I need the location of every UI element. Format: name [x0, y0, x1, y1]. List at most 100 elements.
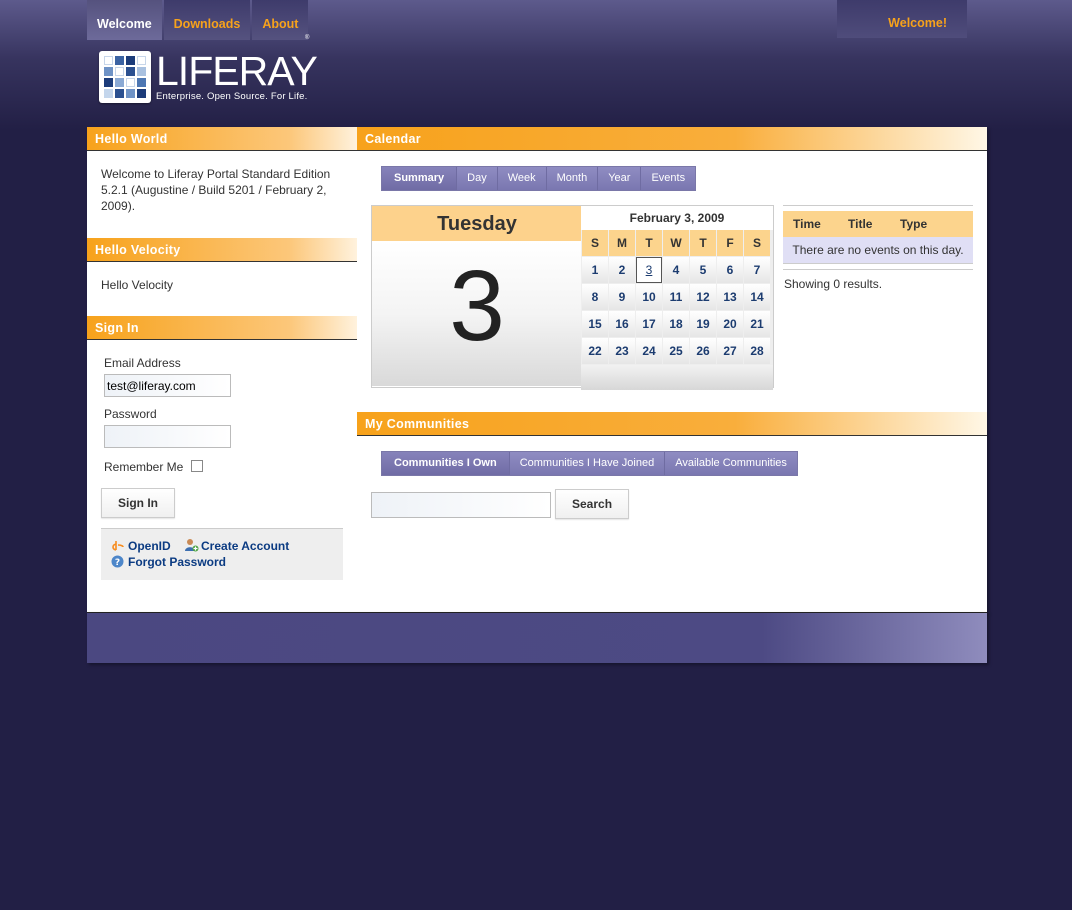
calendar-day[interactable]: 19 [690, 311, 716, 337]
day-number: 3 [372, 241, 582, 386]
calendar-day[interactable]: 17 [636, 311, 662, 337]
mini-calendar: February 3, 2009 S M T W T F S 1 2 3 4 5 6 7 8 9 10 11 12 1… [581, 205, 774, 390]
help-icon: ? [111, 555, 124, 568]
password-label: Password [104, 407, 157, 421]
portlet-title: Calendar [357, 127, 987, 151]
weekday-header: W [663, 230, 689, 256]
calendar-day[interactable]: 8 [582, 284, 608, 310]
calendar-day[interactable]: 13 [717, 284, 743, 310]
logo-grid-icon [99, 51, 151, 103]
nav-about[interactable]: About [252, 0, 309, 40]
calendar-day[interactable]: 16 [609, 311, 635, 337]
calendar-day[interactable]: 26 [690, 338, 716, 364]
calendar-day[interactable]: 18 [663, 311, 689, 337]
tab-day[interactable]: Day [457, 167, 498, 190]
current-day-box: Tuesday 3 [371, 205, 583, 388]
portlet-title: Hello Velocity [87, 238, 357, 262]
day-name: Tuesday [372, 206, 582, 241]
nav-welcome[interactable]: Welcome [87, 0, 162, 40]
logo-trademark: ® [305, 35, 310, 41]
tab-communities-joined[interactable]: Communities I Have Joined [509, 452, 666, 475]
calendar-day[interactable]: 1 [582, 257, 608, 283]
no-events-message: There are no events on this day. [783, 237, 973, 264]
top-navigation: Welcome Downloads About [87, 0, 310, 40]
mini-calendar-empty-row [581, 365, 773, 390]
hello-world-portlet: Hello World Welcome to Liferay Portal St… [87, 127, 357, 238]
calendar-day[interactable]: 2 [609, 257, 635, 283]
calendar-day[interactable]: 9 [609, 284, 635, 310]
svg-text:?: ? [115, 558, 120, 568]
openid-icon [111, 539, 124, 552]
events-table-header: Time Title Type [783, 211, 973, 237]
weekday-header: S [582, 230, 608, 256]
calendar-day[interactable]: 27 [717, 338, 743, 364]
openid-link[interactable]: OpenID [128, 539, 171, 553]
portlet-title: Hello World [87, 127, 357, 151]
portlet-title: Sign In [87, 316, 357, 340]
calendar-day[interactable]: 7 [744, 257, 770, 283]
calendar-day[interactable]: 28 [744, 338, 770, 364]
weekday-header: S [744, 230, 770, 256]
hello-world-text: Welcome to Liferay Portal Standard Editi… [101, 167, 331, 213]
calendar-day-today[interactable]: 3 [636, 257, 662, 283]
column-header-type[interactable]: Type [900, 211, 927, 237]
weekday-header: F [717, 230, 743, 256]
calendar-day[interactable]: 6 [717, 257, 743, 283]
create-account-link[interactable]: Create Account [201, 539, 289, 553]
calendar-day[interactable]: 4 [663, 257, 689, 283]
mini-calendar-month: February 3, 2009 [581, 206, 773, 230]
email-field[interactable] [104, 374, 231, 397]
right-column: Calendar Summary Day Week Month Year Eve… [357, 127, 987, 519]
create-account-icon [184, 538, 199, 552]
communities-tabs: Communities I Own Communities I Have Joi… [381, 451, 798, 476]
portlet-title: My Communities [357, 412, 987, 436]
sign-in-portlet: Sign In Email Address Password Remember … [87, 316, 357, 580]
tab-communities-i-own[interactable]: Communities I Own [382, 452, 510, 475]
calendar-day[interactable]: 20 [717, 311, 743, 337]
remember-me-label: Remember Me [104, 460, 184, 474]
forgot-password-link[interactable]: Forgot Password [128, 555, 226, 569]
calendar-day[interactable]: 12 [690, 284, 716, 310]
events-panel: Time Title Type There are no events on t… [783, 205, 973, 291]
sign-in-links: OpenID Create Account ? Forgot Password [101, 528, 343, 580]
calendar-day[interactable]: 11 [663, 284, 689, 310]
weekday-header: T [690, 230, 716, 256]
calendar-day[interactable]: 15 [582, 311, 608, 337]
calendar-day[interactable]: 5 [690, 257, 716, 283]
column-header-time[interactable]: Time [783, 211, 848, 237]
mini-calendar-grid: S M T W T F S 1 2 3 4 5 6 7 8 9 10 11 12 13 14 15 16 17 18 19 20 21… [581, 230, 773, 364]
password-field[interactable] [104, 425, 231, 448]
liferay-logo[interactable]: LIFERAY Enterprise. Open Source. For Lif… [99, 48, 318, 103]
welcome-user-link[interactable]: Welcome! [837, 0, 967, 38]
calendar-portlet: Calendar Summary Day Week Month Year Eve… [357, 127, 987, 412]
remember-me-checkbox[interactable] [191, 459, 204, 472]
email-label: Email Address [104, 356, 181, 370]
left-column: Hello World Welcome to Liferay Portal St… [87, 127, 357, 580]
calendar-day[interactable]: 24 [636, 338, 662, 364]
weekday-header: T [636, 230, 662, 256]
results-count: Showing 0 results. [784, 277, 883, 291]
tab-week[interactable]: Week [497, 167, 547, 190]
portal-page: Hello World Welcome to Liferay Portal St… [87, 127, 987, 613]
logo-wordmark: LIFERAY [156, 48, 318, 94]
calendar-day[interactable]: 10 [636, 284, 662, 310]
community-search-input[interactable] [371, 492, 551, 518]
column-header-title[interactable]: Title [848, 211, 900, 237]
search-button[interactable]: Search [555, 489, 630, 519]
calendar-day[interactable]: 22 [582, 338, 608, 364]
weekday-header: M [609, 230, 635, 256]
calendar-day[interactable]: 14 [744, 284, 770, 310]
tab-summary[interactable]: Summary [382, 167, 458, 190]
sign-in-button[interactable]: Sign In [101, 488, 175, 518]
calendar-day[interactable]: 23 [609, 338, 635, 364]
hello-velocity-text: Hello Velocity [101, 278, 174, 292]
tab-events[interactable]: Events [641, 167, 696, 190]
calendar-tabs: Summary Day Week Month Year Events [381, 166, 697, 191]
nav-downloads[interactable]: Downloads [163, 0, 251, 40]
tab-available-communities[interactable]: Available Communities [665, 452, 797, 475]
tab-month[interactable]: Month [546, 167, 599, 190]
tab-year[interactable]: Year [598, 167, 642, 190]
calendar-day[interactable]: 25 [663, 338, 689, 364]
hello-velocity-portlet: Hello Velocity Hello Velocity [87, 238, 357, 316]
calendar-day[interactable]: 21 [744, 311, 770, 337]
